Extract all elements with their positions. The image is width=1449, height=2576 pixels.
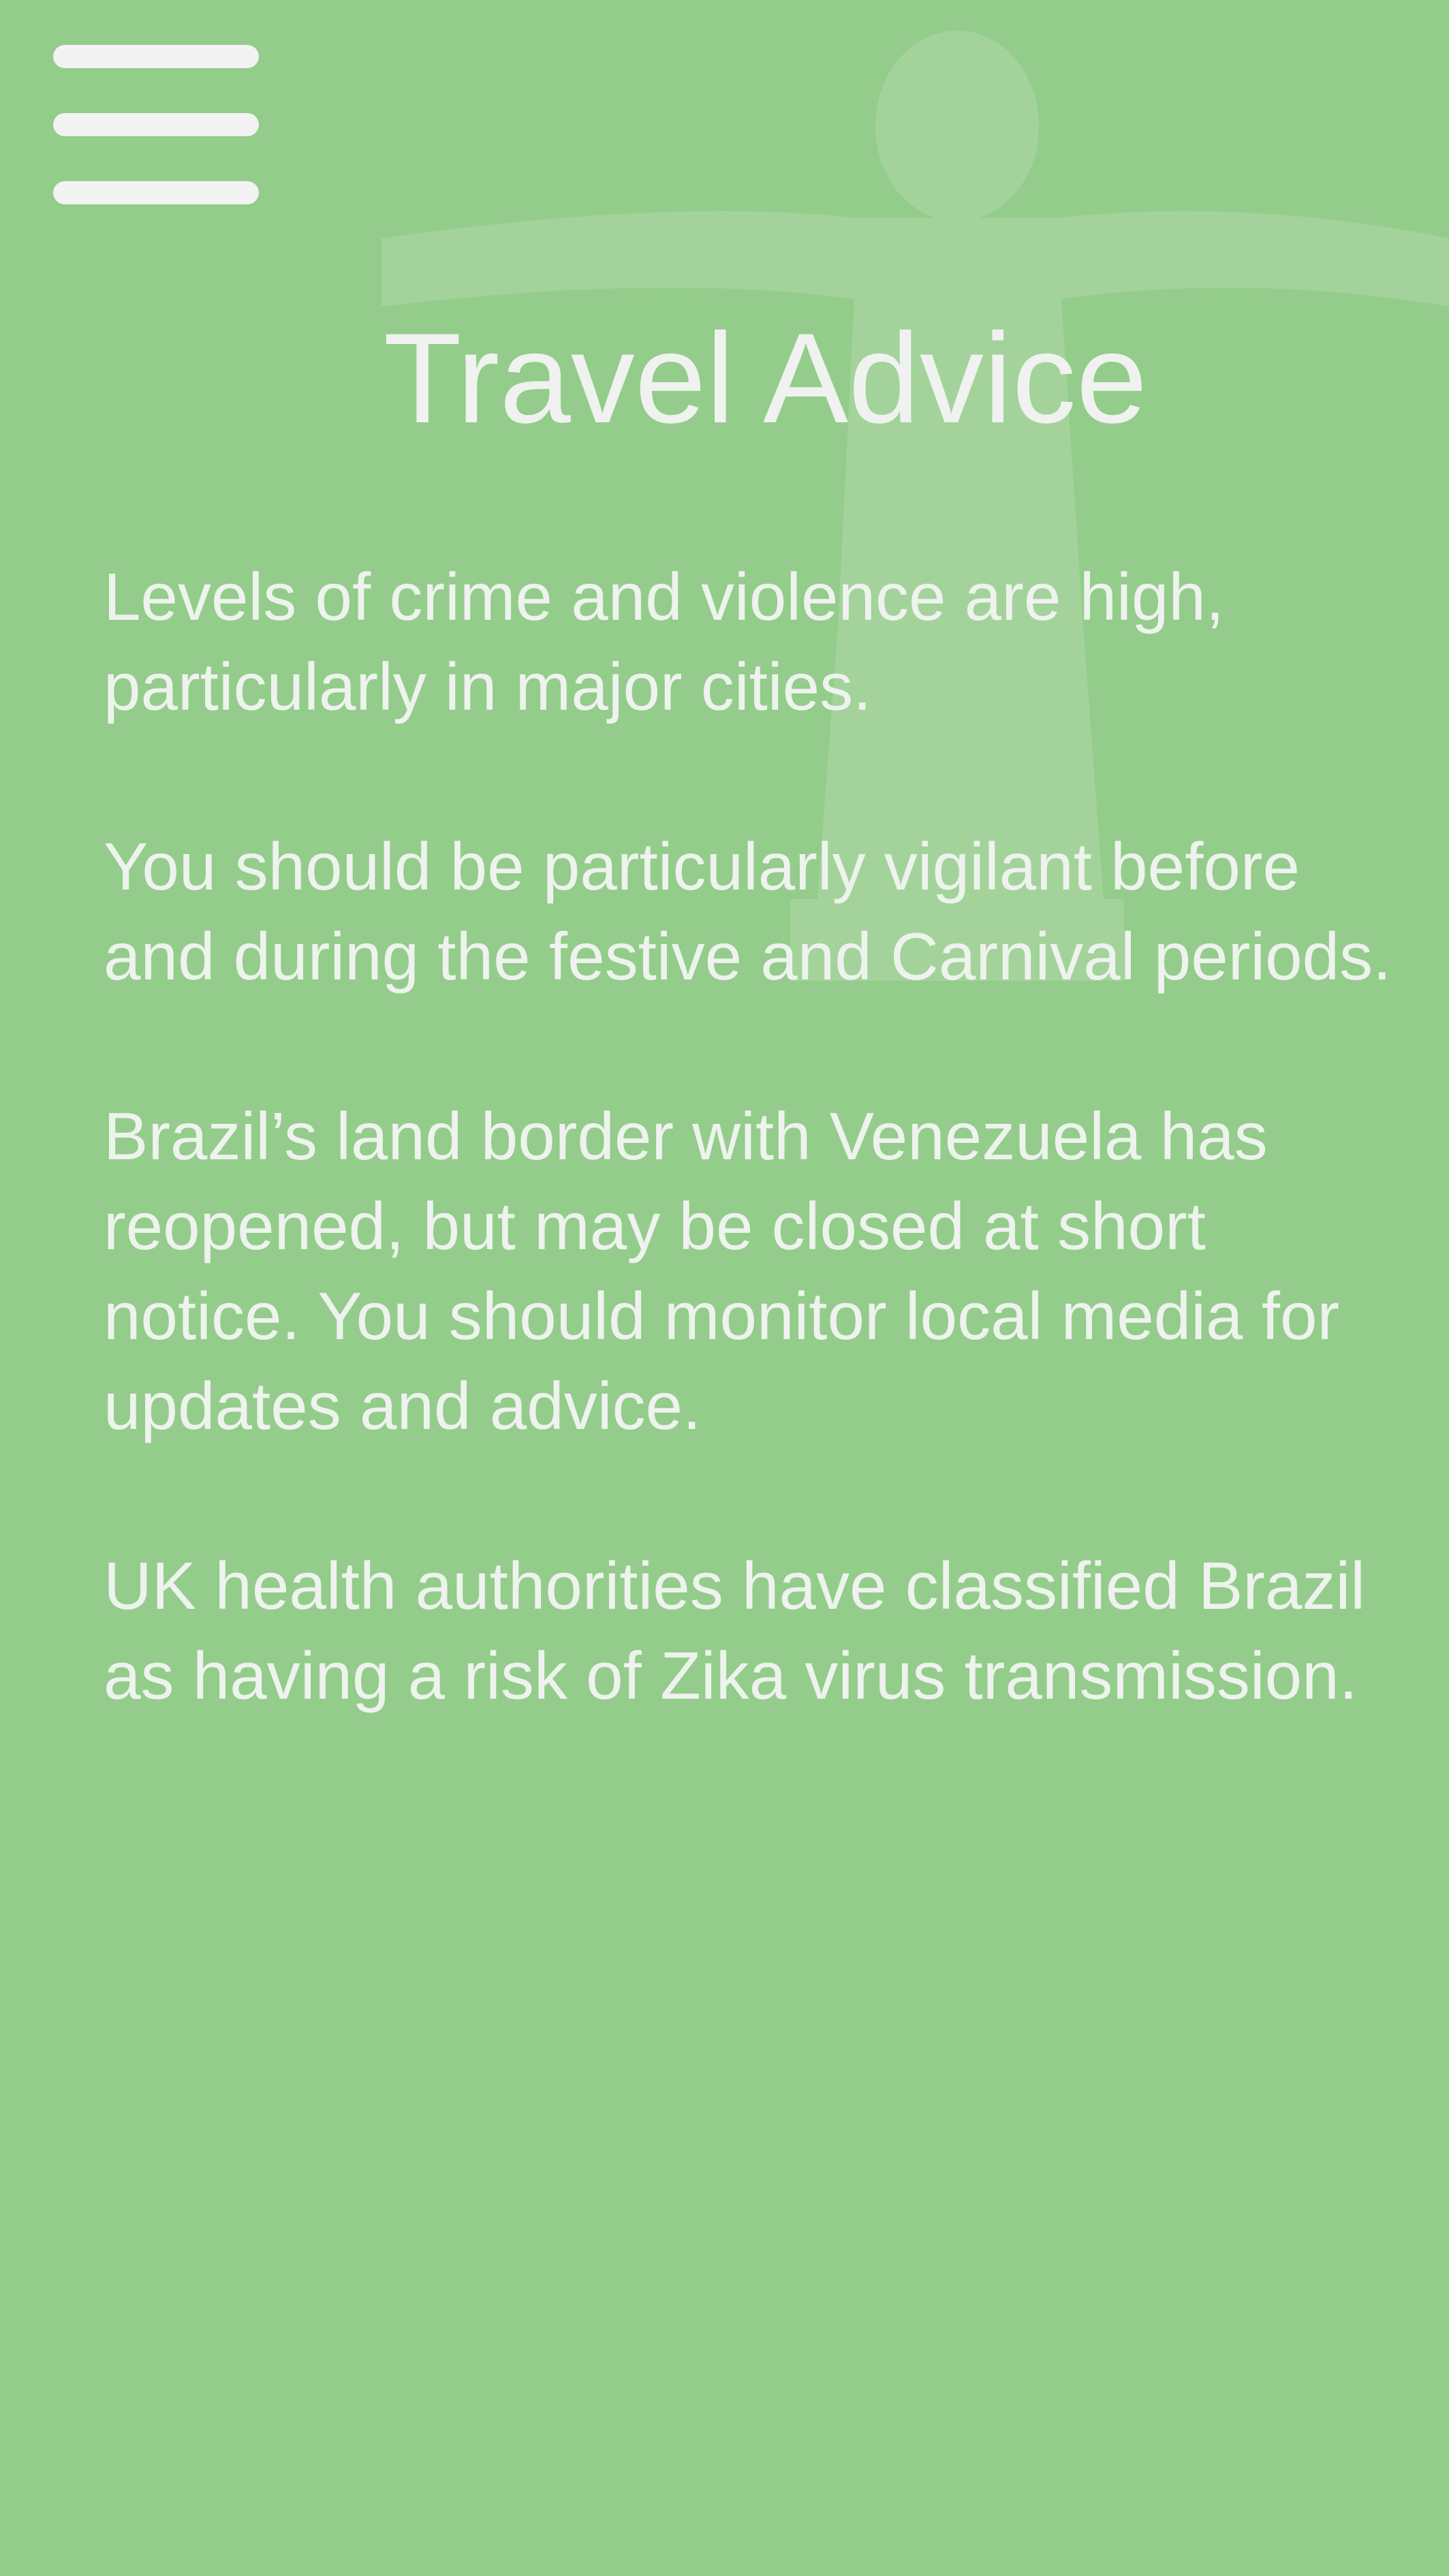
advice-zika-virus: UK health authorities have classified Br… (104, 1548, 1366, 1713)
advice-carnival: You should be particularly vigilant befo… (104, 829, 1392, 994)
menu-icon-bar-middle (53, 113, 259, 136)
menu-button[interactable] (53, 45, 262, 208)
advice-crime: Levels of crime and violence are high, p… (104, 559, 1225, 724)
advice-venezuela-border: Brazil’s land border with Venezuela has … (104, 1099, 1340, 1443)
page-title: Travel Advice (383, 307, 1148, 450)
travel-advice-screen: Travel Advice Levels of crime and violen… (0, 0, 1449, 2576)
menu-icon-bar-bottom (53, 181, 259, 204)
menu-icon-bar-top (53, 45, 259, 68)
advice-list: Levels of crime and violence are high, p… (104, 552, 1398, 1810)
